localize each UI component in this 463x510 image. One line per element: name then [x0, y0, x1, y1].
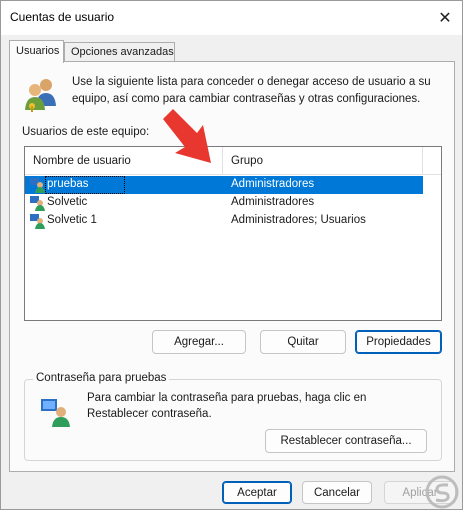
user-row-icon: [30, 214, 45, 229]
user-row-solvetic[interactable]: Solvetic Administradores: [25, 194, 423, 212]
users-icon: [25, 79, 56, 112]
ok-label: Aceptar: [237, 486, 277, 499]
user-row-pruebas[interactable]: pruebas Administradores: [25, 176, 423, 194]
close-icon: ✕: [438, 10, 452, 27]
users-list-caption: Usuarios de este equipo:: [22, 126, 150, 138]
reset-password-label: Restablecer contraseña...: [280, 435, 412, 447]
intro-text: Use la siguiente lista para conceder o d…: [72, 76, 431, 105]
user-group: Administradores: [231, 196, 315, 208]
tab-label: Opciones avanzadas: [71, 46, 174, 58]
title-bar: Cuentas de usuario ✕: [1, 1, 462, 35]
user-row-icon: [30, 196, 45, 211]
user-name: Solvetic: [47, 196, 88, 208]
user-group: Administradores; Usuarios: [231, 214, 366, 226]
ok-button[interactable]: Aceptar: [222, 481, 292, 504]
close-button[interactable]: ✕: [428, 1, 462, 35]
tab-usuarios[interactable]: Usuarios: [9, 40, 64, 63]
password-groupbox: Contraseña para pruebas Para cambiar la …: [24, 372, 442, 461]
add-user-label: Agregar...: [174, 336, 224, 348]
password-instructions: Para cambiar la contraseña para pruebas,…: [87, 392, 367, 420]
cancel-button[interactable]: Cancelar: [302, 481, 372, 504]
red-arrow-annotation: [163, 109, 211, 163]
properties-button[interactable]: Propiedades: [355, 330, 442, 354]
solvetic-watermark: [425, 475, 459, 509]
users-listview[interactable]: Nombre de usuario Grupo pruebas Administ…: [24, 146, 442, 321]
reset-password-button[interactable]: Restablecer contraseña...: [265, 429, 427, 453]
remove-user-label: Quitar: [287, 336, 319, 348]
user-group: Administradores: [231, 178, 315, 190]
user-row-solvetic-1[interactable]: Solvetic 1 Administradores; Usuarios: [25, 212, 423, 230]
user-accounts-dialog: Cuentas de usuario ✕ Usuarios Opciones a…: [0, 0, 463, 510]
user-name: pruebas: [47, 178, 89, 190]
properties-label: Propiedades: [366, 336, 431, 348]
user-name: Solvetic 1: [47, 214, 97, 226]
key-user-icon: [41, 399, 70, 427]
password-group-legend: Contraseña para pruebas: [33, 372, 170, 384]
tab-opciones-avanzadas[interactable]: Opciones avanzadas: [64, 42, 175, 62]
column-header-group[interactable]: Grupo: [223, 147, 423, 174]
list-header: Nombre de usuario Grupo: [25, 147, 441, 175]
window-title: Cuentas de usuario: [10, 10, 115, 24]
user-row-icon: [30, 178, 45, 193]
cancel-label: Cancelar: [313, 486, 361, 499]
usuarios-tab-panel: Use la siguiente lista para conceder o d…: [9, 61, 455, 472]
add-user-button[interactable]: Agregar...: [152, 330, 246, 354]
remove-user-button[interactable]: Quitar: [260, 330, 346, 354]
tab-label: Usuarios: [16, 45, 60, 57]
